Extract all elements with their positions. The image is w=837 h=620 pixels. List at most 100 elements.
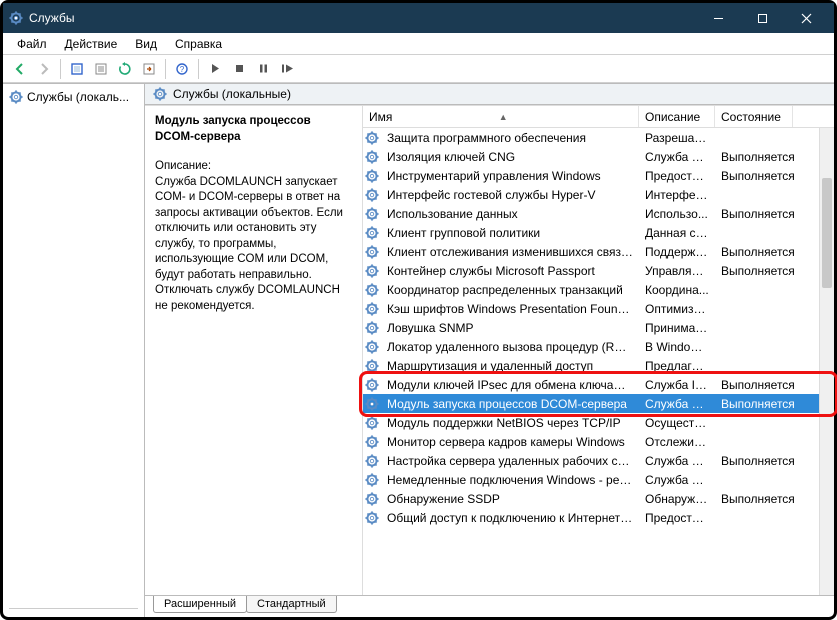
forward-button[interactable] — [33, 58, 55, 80]
minimize-button[interactable] — [696, 3, 740, 33]
service-state: Выполняется — [715, 245, 793, 259]
back-button[interactable] — [9, 58, 31, 80]
service-description: Предостав... — [639, 169, 715, 183]
service-row[interactable]: Использование данныхИспользо...Выполняет… — [363, 204, 834, 223]
splitter[interactable] — [9, 608, 138, 613]
toolbar: ? — [3, 55, 834, 83]
column-header-state[interactable]: Состояние — [715, 106, 793, 127]
gear-icon — [153, 87, 167, 101]
service-name: Модуль поддержки NetBIOS через TCP/IP — [381, 416, 639, 430]
service-row[interactable]: Изоляция ключей CNGСлужба из...Выполняет… — [363, 147, 834, 166]
service-name: Использование данных — [381, 207, 639, 221]
service-name: Изоляция ключей CNG — [381, 150, 639, 164]
service-row[interactable]: Обнаружение SSDPОбнаружи...Выполняется — [363, 489, 834, 508]
service-name: Защита программного обеспечения — [381, 131, 639, 145]
service-name: Кэш шрифтов Windows Presentation Foundat… — [381, 302, 639, 316]
gear-icon — [363, 435, 381, 449]
menu-action[interactable]: Действие — [57, 35, 126, 53]
sort-asc-icon: ▲ — [499, 112, 508, 122]
gear-icon — [363, 359, 381, 373]
service-description: Служба W... — [639, 473, 715, 487]
start-service-button[interactable] — [204, 58, 226, 80]
column-header-description[interactable]: Описание — [639, 106, 715, 127]
service-row[interactable]: Интерфейс гостевой службы Hyper-VИнтерфе… — [363, 185, 834, 204]
pause-service-button[interactable] — [252, 58, 274, 80]
service-description: Использо... — [639, 207, 715, 221]
service-name: Интерфейс гостевой службы Hyper-V — [381, 188, 639, 202]
service-row[interactable]: Немедленные подключения Windows - регист… — [363, 470, 834, 489]
restart-service-button[interactable] — [276, 58, 298, 80]
service-row[interactable]: Настройка сервера удаленных рабочих стол… — [363, 451, 834, 470]
service-name: Модули ключей IPsec для обмена ключами в… — [381, 378, 639, 392]
service-state: Выполняется — [715, 207, 793, 221]
pane-header-label: Службы (локальные) — [173, 87, 291, 101]
gear-icon — [363, 169, 381, 183]
pane-header: Службы (локальные) — [145, 84, 834, 105]
close-button[interactable] — [784, 3, 828, 33]
service-row[interactable]: Защита программного обеспеченияРазрешает… — [363, 128, 834, 147]
service-row[interactable]: Модули ключей IPsec для обмена ключами в… — [363, 375, 834, 394]
export-button[interactable] — [138, 58, 160, 80]
toolbar-separator — [198, 59, 199, 79]
toolbar-btn-1[interactable] — [66, 58, 88, 80]
service-row[interactable]: Клиент групповой политикиДанная сл... — [363, 223, 834, 242]
tab-extended[interactable]: Расширенный — [153, 596, 247, 613]
selected-service-title: Модуль запуска процессов DCOM-сервера — [155, 114, 352, 145]
service-row[interactable]: Клиент отслеживания изменившихся связейП… — [363, 242, 834, 261]
service-name: Общий доступ к подключению к Интернету (… — [381, 511, 639, 525]
description-label: Описание: — [155, 159, 352, 175]
toolbar-separator — [165, 59, 166, 79]
service-description: Принимае... — [639, 321, 715, 335]
tab-standard[interactable]: Стандартный — [246, 596, 337, 613]
service-state: Выполняется — [715, 492, 793, 506]
service-row[interactable]: Локатор удаленного вызова процедур (RPC)… — [363, 337, 834, 356]
tree-root-item[interactable]: Службы (локаль... — [5, 88, 142, 106]
service-row[interactable]: Кэш шрифтов Windows Presentation Foundat… — [363, 299, 834, 318]
service-name: Ловушка SNMP — [381, 321, 639, 335]
service-row[interactable]: Инструментарий управления WindowsПредост… — [363, 166, 834, 185]
svg-text:?: ? — [180, 65, 185, 74]
service-name: Модуль запуска процессов DCOM-сервера — [381, 397, 639, 411]
service-state: Выполняется — [715, 264, 793, 278]
gear-icon — [363, 302, 381, 316]
gear-icon — [363, 207, 381, 221]
service-description: Поддержи... — [639, 245, 715, 259]
menubar: Файл Действие Вид Справка — [3, 33, 834, 55]
service-name: Немедленные подключения Windows - регист… — [381, 473, 639, 487]
gear-icon — [363, 226, 381, 240]
scrollbar-thumb[interactable] — [822, 178, 832, 288]
service-description: Отслежив... — [639, 435, 715, 449]
service-description: Служба из... — [639, 150, 715, 164]
gear-icon — [363, 188, 381, 202]
service-row[interactable]: Модуль запуска процессов DCOM-сервераСлу… — [363, 394, 834, 413]
refresh-button[interactable] — [114, 58, 136, 80]
gear-icon — [363, 321, 381, 335]
service-state: Выполняется — [715, 169, 793, 183]
menu-view[interactable]: Вид — [127, 35, 165, 53]
service-state: Выполняется — [715, 454, 793, 468]
service-row[interactable]: Ловушка SNMPПринимае... — [363, 318, 834, 337]
menu-help[interactable]: Справка — [167, 35, 230, 53]
service-description: В Windows... — [639, 340, 715, 354]
column-header-name[interactable]: Имя ▲ — [363, 106, 639, 127]
service-row[interactable]: Контейнер службы Microsoft PassportУправ… — [363, 261, 834, 280]
gear-icon — [363, 416, 381, 430]
service-name: Монитор сервера кадров камеры Windows — [381, 435, 639, 449]
menu-file[interactable]: Файл — [9, 35, 55, 53]
service-row[interactable]: Модуль поддержки NetBIOS через TCP/IPОсу… — [363, 413, 834, 432]
tabs: Расширенный Стандартный — [145, 595, 834, 617]
service-name: Клиент отслеживания изменившихся связей — [381, 245, 639, 259]
service-row[interactable]: Монитор сервера кадров камеры WindowsОтс… — [363, 432, 834, 451]
vertical-scrollbar[interactable] — [819, 128, 834, 595]
help-button[interactable]: ? — [171, 58, 193, 80]
service-description: Оптимизи... — [639, 302, 715, 316]
properties-button[interactable] — [90, 58, 112, 80]
tree-root-label: Службы (локаль... — [27, 90, 129, 104]
service-row[interactable]: Общий доступ к подключению к Интернету (… — [363, 508, 834, 527]
titlebar: Службы — [3, 3, 834, 33]
service-row[interactable]: Координатор распределенных транзакцийКоо… — [363, 280, 834, 299]
service-description: Служба IK... — [639, 378, 715, 392]
maximize-button[interactable] — [740, 3, 784, 33]
stop-service-button[interactable] — [228, 58, 250, 80]
service-row[interactable]: Маршрутизация и удаленный доступПредлага… — [363, 356, 834, 375]
